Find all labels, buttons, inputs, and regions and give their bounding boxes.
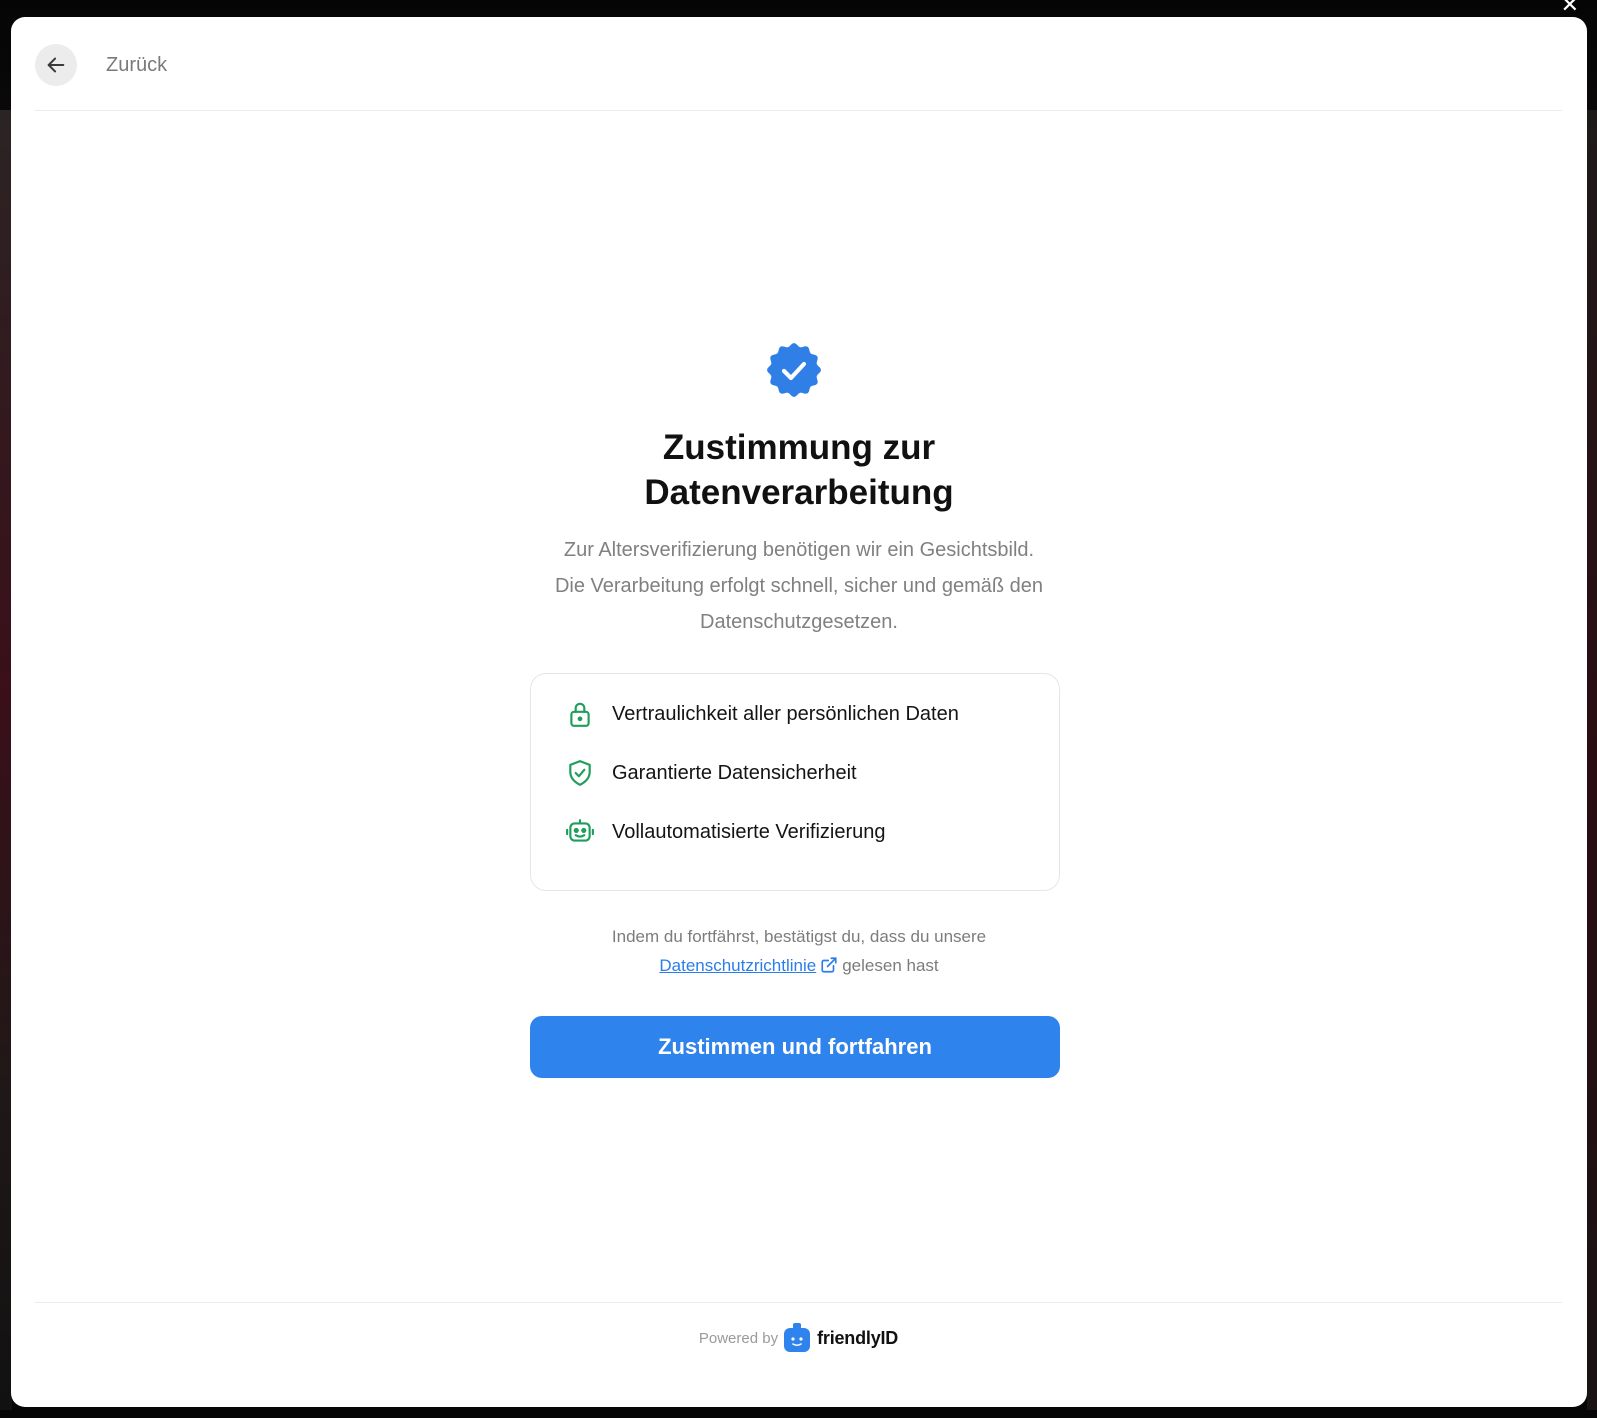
- feature-label: Vollautomatisierte Verifizierung: [612, 821, 886, 843]
- shield-check-icon: [565, 758, 595, 788]
- back-label[interactable]: Zurück: [106, 51, 167, 79]
- external-link-icon[interactable]: [820, 956, 838, 974]
- lock-icon: [565, 699, 595, 729]
- backdrop-right-edge: [1587, 110, 1597, 1410]
- feature-label: Garantierte Datensicherheit: [612, 762, 857, 784]
- feature-label: Vertraulichkeit aller persönlichen Daten: [612, 703, 959, 725]
- consent-text: Indem du fortfährst, bestätigst du, dass…: [611, 927, 987, 946]
- powered-by-label: Powered by: [698, 1329, 779, 1347]
- consent-text-end: gelesen hast: [842, 956, 939, 975]
- description-line-2: Die Verarbeitung erfolgt schnell, sicher…: [554, 575, 1044, 597]
- page-title-line-2: Datenverarbeitung: [644, 473, 954, 512]
- arrow-left-icon: [47, 57, 65, 73]
- modal-header: Zurück: [35, 17, 1562, 111]
- powered-by: Powered by friendlyID: [35, 1323, 1562, 1353]
- page-title: Zustimmung zur Datenverarbeitung: [499, 425, 1099, 515]
- back-button[interactable]: [35, 44, 77, 86]
- feature-item-confidentiality: Vertraulichkeit aller persönlichen Daten: [565, 696, 1059, 732]
- backdrop-close-icon[interactable]: ✕: [1561, 0, 1579, 16]
- page-title-line-1: Zustimmung zur: [662, 428, 936, 467]
- feature-item-automation: Vollautomatisierte Verifizierung: [565, 814, 1059, 850]
- robot-icon: [565, 817, 595, 847]
- agree-continue-button[interactable]: Zustimmen und fortfahren: [530, 1016, 1060, 1078]
- description: Zur Altersverifizierung benötigen wir ei…: [499, 532, 1099, 640]
- consent-notice: Indem du fortfährst, bestätigst du, dass…: [499, 922, 1099, 980]
- friendlyid-logo-icon[interactable]: [783, 1323, 811, 1353]
- verified-badge-icon: [767, 343, 821, 397]
- modal-footer: Powered by friendlyID: [35, 1302, 1562, 1407]
- description-line-3: Datenschutzgesetzen.: [700, 611, 898, 633]
- consent-modal: Zurück Zustimmung zur Datenverarbeitung …: [11, 17, 1587, 1407]
- brand-name[interactable]: friendlyID: [817, 1328, 898, 1349]
- modal-content: Zurück Zustimmung zur Datenverarbeitung …: [11, 17, 1587, 1407]
- privacy-policy-link[interactable]: Datenschutzrichtlinie: [659, 956, 816, 975]
- feature-item-security: Garantierte Datensicherheit: [565, 755, 1059, 791]
- feature-list: Vertraulichkeit aller persönlichen Daten…: [530, 673, 1060, 891]
- description-line-1: Zur Altersverifizierung benötigen wir ei…: [563, 539, 1035, 561]
